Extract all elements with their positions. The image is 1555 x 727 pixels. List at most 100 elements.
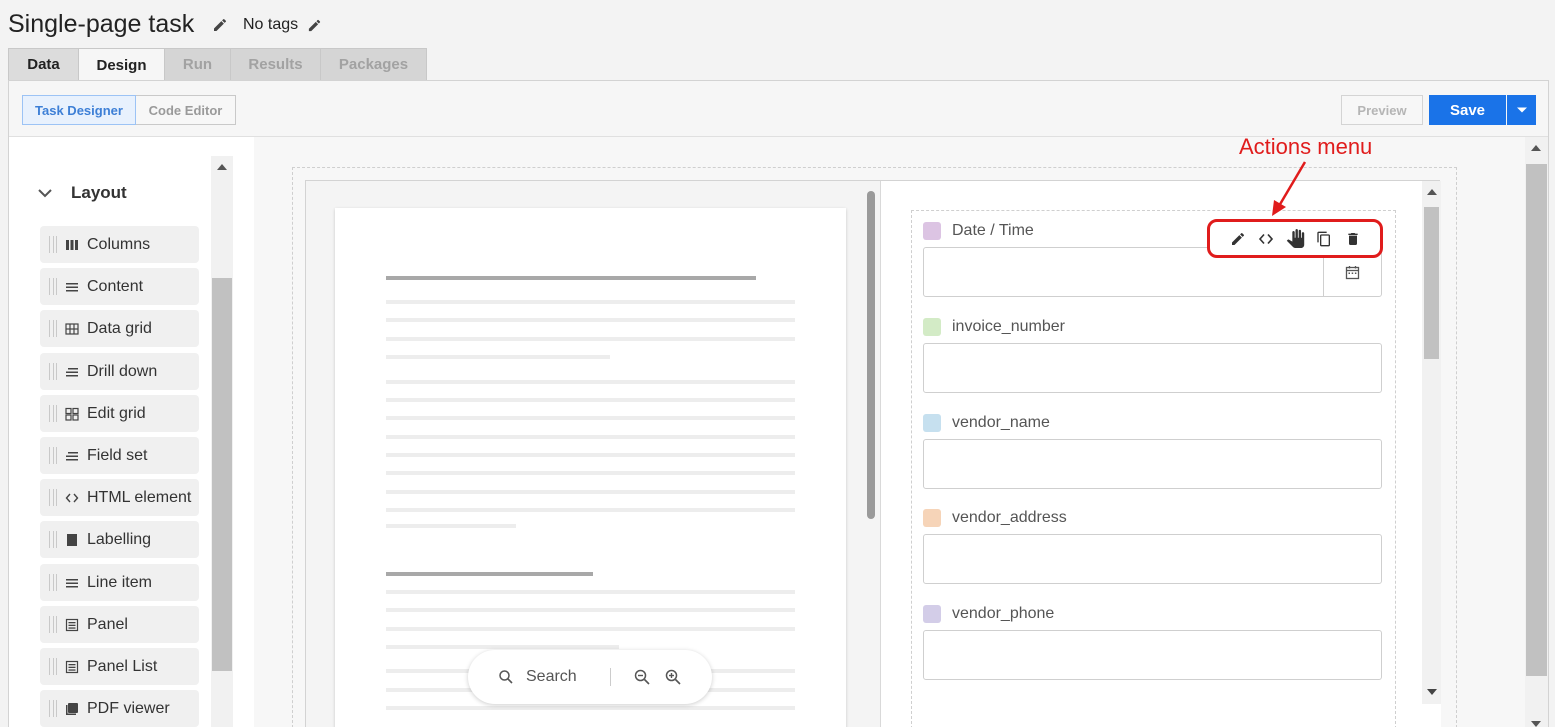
main-tabs: Data Design Run Results Packages — [8, 48, 427, 81]
document-viewer: Search — [306, 181, 881, 727]
caret-down-icon — [1516, 107, 1527, 113]
html-element-icon — [65, 493, 79, 503]
drag-grip-icon — [49, 700, 57, 718]
component-field-set[interactable]: Field set — [40, 436, 199, 474]
drag-grip-icon — [49, 320, 57, 338]
form-scroll-thumb[interactable] — [1424, 207, 1439, 359]
title-bar: Single-page task No tags — [0, 0, 1555, 48]
edit-title-icon[interactable] — [212, 17, 228, 33]
save-options-button[interactable] — [1507, 95, 1536, 125]
tab-packages[interactable]: Packages — [320, 48, 427, 81]
designer-shell: Task Designer Code Editor Preview Save L… — [8, 80, 1549, 727]
columns-icon — [66, 240, 78, 250]
zoom-in-icon[interactable] — [664, 668, 682, 686]
edit-icon[interactable] — [1230, 231, 1246, 247]
line-item-icon — [66, 578, 78, 587]
edit-grid-icon — [65, 407, 79, 421]
component-panel-list[interactable]: Panel List — [40, 647, 199, 685]
copy-icon[interactable] — [1316, 231, 1332, 247]
annotation-arrow-icon — [1272, 161, 1307, 216]
document-search-bar: Search — [468, 650, 712, 704]
save-button[interactable]: Save — [1429, 95, 1506, 125]
content-icon — [66, 283, 78, 292]
form-scrollbar[interactable] — [1422, 181, 1441, 704]
component-line-item[interactable]: Line item — [40, 563, 199, 601]
code-editor-button[interactable]: Code Editor — [136, 95, 236, 125]
preview-button[interactable]: Preview — [1341, 95, 1423, 125]
columns-container: Search Date / Time invoice_number vendor… — [305, 180, 1441, 727]
field-set-icon — [66, 451, 78, 461]
drag-grip-icon — [49, 531, 57, 549]
scroll-up-arrow-icon[interactable] — [217, 164, 227, 170]
drill-down-icon — [66, 367, 78, 377]
vendor-address-input[interactable] — [923, 534, 1382, 584]
component-content[interactable]: Content — [40, 268, 199, 306]
search-icon[interactable] — [498, 669, 514, 685]
tab-data[interactable]: Data — [8, 48, 78, 81]
search-divider — [610, 668, 611, 686]
vendor-phone-input[interactable] — [923, 630, 1382, 680]
drag-grip-icon — [49, 404, 57, 422]
field-color-swatch — [923, 414, 941, 432]
field-label: vendor_address — [952, 509, 1067, 526]
designer-toolbar: Task Designer Code Editor Preview Save — [9, 81, 1548, 137]
zoom-out-icon[interactable] — [633, 668, 651, 686]
form-column: Date / Time invoice_number vendor_name v… — [882, 181, 1441, 727]
component-labelling[interactable]: Labelling — [40, 521, 199, 559]
search-label[interactable]: Search — [526, 668, 577, 686]
components-scrollbar[interactable] — [211, 156, 233, 727]
component-list: Columns Content Data grid Drill down Edi — [40, 226, 199, 727]
page-title: Single-page task — [8, 10, 195, 38]
tab-results[interactable]: Results — [230, 48, 320, 81]
tags-label: No tags — [243, 16, 299, 33]
scroll-down-arrow-icon[interactable] — [1531, 721, 1541, 727]
drag-grip-icon — [49, 573, 57, 591]
pdf-viewer-icon — [66, 703, 78, 716]
edit-tags-icon[interactable] — [307, 18, 322, 33]
delete-icon[interactable] — [1345, 231, 1361, 247]
field-label: vendor_phone — [952, 605, 1055, 622]
component-data-grid[interactable]: Data grid — [40, 310, 199, 348]
panel-list-icon — [65, 660, 79, 673]
field-color-swatch — [923, 318, 941, 336]
actions-menu-annotation: Actions menu — [1239, 134, 1373, 159]
scroll-up-arrow-icon[interactable] — [1531, 145, 1541, 151]
labelling-icon — [67, 534, 77, 547]
component-pdf-viewer[interactable]: PDF viewer — [40, 690, 199, 727]
component-drill-down[interactable]: Drill down — [40, 352, 199, 390]
field-label: Date / Time — [952, 222, 1034, 239]
canvas-scrollbar[interactable] — [1525, 137, 1548, 727]
drag-grip-icon — [49, 657, 57, 675]
drag-grip-icon — [49, 362, 57, 380]
code-icon[interactable] — [1258, 231, 1274, 247]
drag-grip-icon — [49, 489, 57, 507]
components-scroll-thumb[interactable] — [212, 278, 232, 671]
field-color-swatch — [923, 605, 941, 623]
field-color-swatch — [923, 222, 941, 240]
canvas-scroll-thumb[interactable] — [1526, 164, 1547, 676]
invoice-number-input[interactable] — [923, 343, 1382, 393]
tab-design[interactable]: Design — [78, 48, 164, 81]
drag-hand-icon[interactable] — [1286, 229, 1305, 248]
component-columns[interactable]: Columns — [40, 226, 199, 263]
scroll-up-arrow-icon[interactable] — [1427, 189, 1437, 195]
field-color-swatch — [923, 509, 941, 527]
drag-grip-icon — [49, 446, 57, 464]
vendor-name-input[interactable] — [923, 439, 1382, 489]
component-panel[interactable]: Panel — [40, 605, 199, 643]
scroll-down-arrow-icon[interactable] — [1427, 689, 1437, 695]
drag-grip-icon — [49, 236, 57, 253]
layout-section-header[interactable]: Layout — [37, 183, 127, 203]
design-canvas: Search Date / Time invoice_number vendor… — [254, 137, 1548, 727]
component-html-element[interactable]: HTML element — [40, 479, 199, 517]
layout-section-label: Layout — [71, 183, 127, 202]
chevron-down-icon — [38, 189, 52, 198]
task-designer-button[interactable]: Task Designer — [22, 95, 136, 125]
tab-run[interactable]: Run — [164, 48, 230, 81]
drag-grip-icon — [49, 278, 57, 296]
field-label: vendor_name — [952, 414, 1050, 431]
field-actions-menu — [1207, 219, 1383, 258]
component-edit-grid[interactable]: Edit grid — [40, 394, 199, 432]
document-scrollbar[interactable] — [867, 191, 875, 519]
drag-grip-icon — [49, 615, 57, 633]
